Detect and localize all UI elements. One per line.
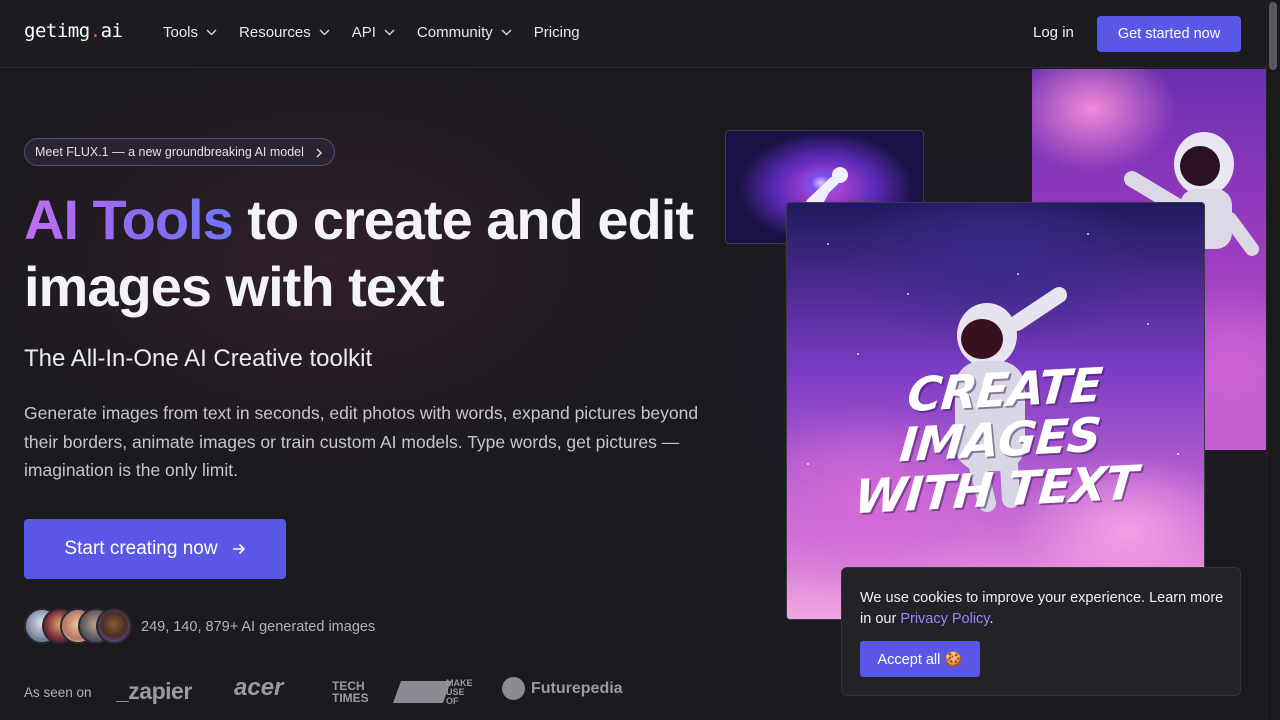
logo-dot: .: [89, 20, 101, 42]
privacy-policy-link[interactable]: Privacy Policy: [900, 611, 989, 627]
hero-description: Generate images from text in seconds, ed…: [24, 403, 699, 480]
as-seen-on-label: As seen on: [24, 685, 92, 700]
nav-item-label: Tools: [163, 24, 199, 41]
nav-item-label: API: [351, 24, 376, 41]
nav-item-pricing[interactable]: Pricing: [534, 24, 580, 41]
images-count: 249, 140, 879+ AI generated images: [141, 619, 376, 635]
nav-item-label: Community: [416, 24, 493, 41]
nav-links: Tools Resources API Community Pricing: [163, 24, 602, 41]
hero-image-overlay-text: CREATE IMAGES WITH TEXT: [812, 357, 1187, 526]
arrow-right-icon: [232, 543, 245, 555]
acer-logo: acer: [234, 674, 284, 701]
logo-suffix: ai: [100, 20, 123, 42]
chevron-down-icon: [206, 29, 217, 36]
zapier-logo: _zapier: [116, 678, 192, 704]
nav-item-label: Pricing: [533, 24, 580, 41]
start-creating-button[interactable]: Start creating now: [24, 519, 286, 579]
nav-item-resources[interactable]: Resources: [239, 24, 330, 41]
cookie-text-end: .: [989, 611, 994, 627]
cookie-message: We use cookies to improve your experienc…: [860, 588, 1230, 630]
page-title: AI Tools to create and edit images with …: [24, 186, 724, 320]
headline-highlight: AI Tools: [24, 188, 234, 251]
nav-item-label: Resources: [239, 24, 311, 41]
futurepedia-logo: Futurepedia: [502, 677, 623, 700]
login-link[interactable]: Log in: [1033, 24, 1074, 41]
nav-item-tools[interactable]: Tools: [163, 24, 217, 41]
chevron-down-icon: [384, 29, 395, 36]
avatar: [96, 608, 132, 644]
headline-part-2: images with text: [24, 255, 445, 318]
chevron-down-icon: [501, 29, 512, 36]
techtimes-logo: TECH TIMES: [332, 679, 369, 705]
makeuseof-logo: MAKE USE OF: [392, 679, 479, 706]
scrollbar-thumb[interactable]: [1269, 2, 1277, 70]
logo-name: getimg: [24, 20, 90, 42]
nav-item-api[interactable]: API: [352, 24, 395, 41]
get-started-button[interactable]: Get started now: [1097, 16, 1241, 52]
user-avatars: [24, 608, 134, 645]
logo[interactable]: getimg.ai: [24, 20, 123, 42]
start-creating-label: Start creating now: [64, 538, 218, 559]
chevron-right-icon: [316, 148, 322, 158]
cookie-banner: We use cookies to improve your experienc…: [841, 567, 1241, 696]
subheading: The All-In-One AI Creative toolkit: [24, 345, 373, 372]
announcement-pill[interactable]: Meet FLUX.1 — a new groundbreaking AI mo…: [24, 138, 335, 166]
nav-item-community[interactable]: Community: [417, 24, 512, 41]
headline-part-1: to create and edit: [232, 188, 694, 251]
announcement-text: Meet FLUX.1 — a new groundbreaking AI mo…: [35, 145, 304, 159]
chevron-down-icon: [319, 29, 330, 36]
accept-cookies-button[interactable]: Accept all 🍪: [860, 641, 980, 677]
scrollbar-track[interactable]: [1266, 0, 1280, 720]
top-navigation: getimg.ai Tools Resources API Community …: [0, 0, 1266, 68]
